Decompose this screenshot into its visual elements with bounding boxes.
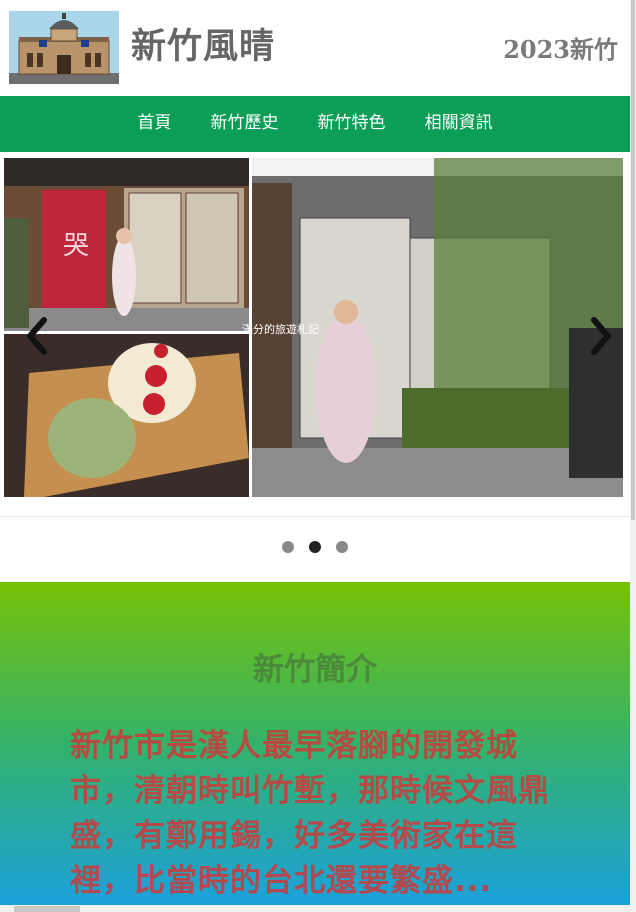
- carousel-dot-2-active[interactable]: [309, 541, 321, 553]
- carousel-prev-chevron-left-icon[interactable]: [20, 312, 54, 360]
- nav-item-home[interactable]: 首頁: [137, 96, 171, 150]
- year-label: 2023新竹: [503, 35, 618, 64]
- vertical-scrollbar-thumb[interactable]: [631, 0, 635, 520]
- main-navbar: 首頁 新竹歷史 新竹特色 相關資訊: [0, 96, 630, 152]
- intro-title: 新竹簡介: [253, 652, 377, 688]
- carousel-next-chevron-right-icon[interactable]: [584, 312, 618, 360]
- horizontal-scrollbar-thumb[interactable]: [14, 906, 80, 912]
- sign-text: 哭: [63, 231, 89, 261]
- carousel-dot-3[interactable]: [336, 541, 349, 553]
- image-carousel: 哭 滿分的旅遊札記: [0, 152, 630, 517]
- nav-item-features[interactable]: 新竹特色: [318, 96, 386, 150]
- intro-section: 新竹簡介 新竹市是漢人最早落腳的開發城市，清朝時叫竹塹，那時候文風鼎盛，有鄭用錫…: [0, 582, 630, 912]
- nav-item-history[interactable]: 新竹歷史: [210, 96, 278, 150]
- watermark-text: 滿分的旅遊札記: [242, 322, 319, 336]
- carousel-dot-1[interactable]: [281, 541, 294, 553]
- hsinchu-station-logo[interactable]: [9, 11, 119, 84]
- nav-item-info[interactable]: 相關資訊: [425, 96, 493, 150]
- intro-body: 新竹市是漢人最早落腳的開發城市，清朝時叫竹塹，那時候文風鼎盛，有鄭用錫，好多美術…: [70, 728, 550, 899]
- site-title: 新竹風晴: [131, 27, 276, 67]
- carousel-slide-image: 哭 滿分的旅遊札記: [4, 158, 623, 497]
- site-header: 新竹風晴 2023新竹: [0, 0, 630, 96]
- horizontal-scrollbar-track[interactable]: [0, 905, 630, 912]
- carousel-indicators: [0, 538, 630, 562]
